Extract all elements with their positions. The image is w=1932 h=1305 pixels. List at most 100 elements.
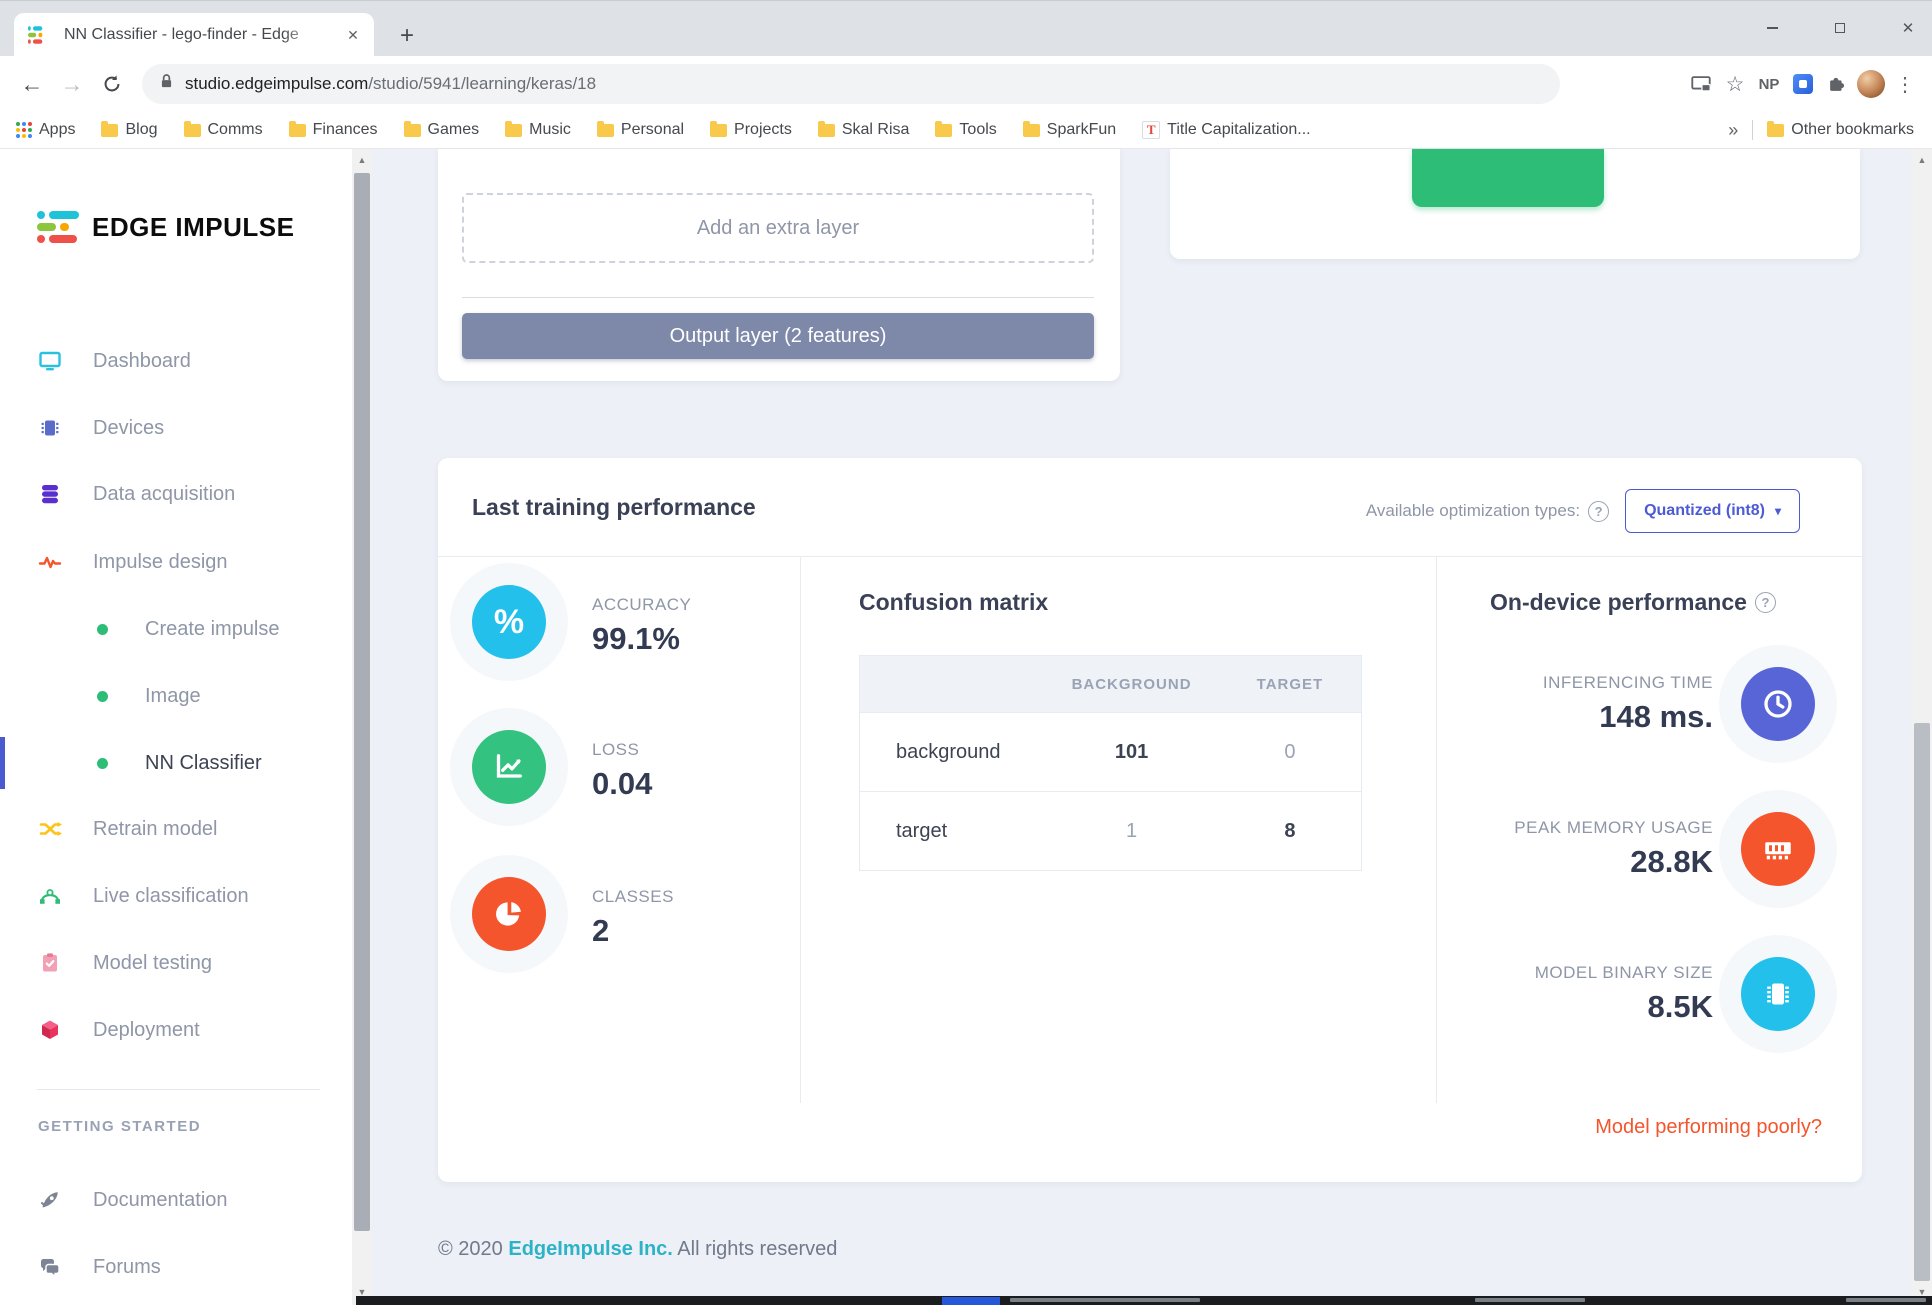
folder-icon <box>505 124 522 137</box>
metric-label: ACCURACY <box>592 595 691 615</box>
bookmark-apps[interactable]: Apps <box>16 121 75 139</box>
sidebar-item-documentation[interactable]: Documentation <box>0 1180 352 1220</box>
sidebar-item-devices[interactable]: Devices <box>0 408 352 448</box>
ondevice-label: MODEL BINARY SIZE <box>1535 963 1713 983</box>
lock-icon <box>158 73 175 95</box>
sidebar-item-live-classification[interactable]: Live classification <box>0 876 352 916</box>
rocket-icon <box>38 1188 62 1212</box>
page-scrollbar[interactable]: ▲ ▼ <box>1912 149 1932 1305</box>
folder-icon <box>289 124 306 137</box>
bookmark-folder-skal-risa[interactable]: Skal Risa <box>818 121 910 139</box>
bookmark-star-icon[interactable]: ☆ <box>1718 67 1752 101</box>
bookmark-title-capitalization[interactable]: TTitle Capitalization... <box>1142 121 1310 139</box>
avatar[interactable] <box>1854 67 1888 101</box>
line-chart-icon <box>472 730 546 804</box>
confusion-matrix-title: Confusion matrix <box>859 589 1048 616</box>
sidebar-item-impulse-design[interactable]: Impulse design <box>0 542 352 582</box>
folder-icon <box>184 124 201 137</box>
sidebar-item-model-testing[interactable]: Model testing <box>0 943 352 983</box>
help-icon[interactable]: ? <box>1755 592 1776 613</box>
output-layer-button[interactable]: Output layer (2 features) <box>462 313 1094 359</box>
optimization-row: Available optimization types: ? Quantize… <box>1366 489 1800 533</box>
logo-text: EDGE IMPULSE <box>92 212 294 243</box>
green-dot-icon <box>97 691 108 702</box>
bookmark-folder-personal[interactable]: Personal <box>597 121 684 139</box>
profile-badge[interactable]: NP <box>1752 76 1786 93</box>
other-bookmarks[interactable]: Other bookmarks <box>1767 121 1914 139</box>
scrollbar-thumb[interactable] <box>354 173 370 1231</box>
sidebar-item-nn-classifier[interactable]: NN Classifier <box>0 743 352 783</box>
browser-menu-icon[interactable]: ⋮ <box>1888 72 1922 97</box>
sidebar-item-create-impulse[interactable]: Create impulse <box>0 609 352 649</box>
forward-icon[interactable]: → <box>52 64 92 104</box>
bookmark-folder-tools[interactable]: Tools <box>935 121 996 139</box>
bookmark-folder-games[interactable]: Games <box>404 121 480 139</box>
address-bar[interactable]: studio.edgeimpulse.com/studio/5941/learn… <box>142 64 1560 104</box>
url-text: studio.edgeimpulse.com/studio/5941/learn… <box>185 74 596 94</box>
close-button[interactable]: ✕ <box>1885 11 1931 45</box>
scrollbar-thumb[interactable] <box>1914 723 1930 1281</box>
bookmark-folder-projects[interactable]: Projects <box>710 121 792 139</box>
help-icon[interactable]: ? <box>1588 501 1609 522</box>
forums-chat-icon <box>38 1255 62 1279</box>
sidebar-section-label: GETTING STARTED <box>38 1118 201 1135</box>
sidebar-item-forums[interactable]: Forums <box>0 1247 352 1287</box>
maximize-button[interactable] <box>1817 11 1863 45</box>
extension-icon[interactable] <box>1786 67 1820 101</box>
window-frame: NN Classifier - lego-finder - Edge ✕ + ✕ <box>0 0 1932 56</box>
sidebar-item-retrain-model[interactable]: Retrain model <box>0 809 352 849</box>
active-indicator <box>0 737 5 789</box>
maximize-icon <box>1835 23 1845 33</box>
green-dot-icon <box>97 758 108 769</box>
start-training-button[interactable] <box>1412 149 1604 207</box>
metric-value: 99.1% <box>592 621 691 657</box>
sidebar-item-data-acquisition[interactable]: Data acquisition <box>0 474 352 514</box>
apps-grid-icon <box>16 122 32 138</box>
optimization-select[interactable]: Quantized (int8) ▾ <box>1625 489 1800 533</box>
monitor-icon <box>38 349 62 373</box>
architecture-divider <box>462 297 1094 298</box>
bookmark-folder-sparkfun[interactable]: SparkFun <box>1023 121 1116 139</box>
folder-icon <box>101 124 118 137</box>
binary-chip-icon <box>1741 957 1815 1031</box>
reload-icon[interactable] <box>92 64 132 104</box>
bookmark-folder-finances[interactable]: Finances <box>289 121 378 139</box>
metric-label: LOSS <box>592 740 652 760</box>
edge-impulse-logo[interactable]: EDGE IMPULSE <box>37 211 294 243</box>
folder-icon <box>1023 124 1040 137</box>
nn-architecture-card: Add an extra layer Output layer (2 featu… <box>438 149 1120 381</box>
background-window-fragment <box>1010 1298 1200 1302</box>
back-icon[interactable]: ← <box>12 64 52 104</box>
footer-brand-link[interactable]: EdgeImpulse Inc. <box>508 1238 672 1260</box>
table-row: background 101 0 <box>860 713 1362 792</box>
percent-icon: % <box>472 585 546 659</box>
cell-value: 8 <box>1219 792 1362 871</box>
background-window-fragment <box>1846 1298 1926 1302</box>
sidebar-item-deployment[interactable]: Deployment <box>0 1010 352 1050</box>
bookmark-folder-music[interactable]: Music <box>505 121 571 139</box>
new-tab-button[interactable]: + <box>392 21 422 51</box>
puzzle-extensions-icon[interactable] <box>1820 67 1854 101</box>
bookmark-folder-comms[interactable]: Comms <box>184 121 263 139</box>
copyright-text: © 2020 <box>438 1238 503 1260</box>
ondevice-inferencing-time: INFERENCING TIME 148 ms. <box>1543 667 1815 741</box>
sidebar-scrollbar[interactable]: ▲ ▼ <box>352 149 372 1305</box>
tab-close-icon[interactable]: ✕ <box>342 24 364 46</box>
bookmarks-overflow-icon[interactable]: » <box>1728 120 1738 141</box>
scroll-up-icon[interactable]: ▲ <box>1912 151 1932 169</box>
cast-icon[interactable] <box>1684 67 1718 101</box>
folder-icon <box>710 124 727 137</box>
sidebar-item-dashboard[interactable]: Dashboard <box>0 341 352 381</box>
background-window-fragment <box>1475 1298 1585 1302</box>
row-label: background <box>860 713 1045 792</box>
model-performing-poorly-link[interactable]: Model performing poorly? <box>1595 1116 1822 1139</box>
browser-tab[interactable]: NN Classifier - lego-finder - Edge ✕ <box>14 13 374 57</box>
bookmark-folder-blog[interactable]: Blog <box>101 121 157 139</box>
scroll-up-icon[interactable]: ▲ <box>352 151 372 169</box>
sidebar-item-image[interactable]: Image <box>0 676 352 716</box>
tab-title: NN Classifier - lego-finder - Edge <box>64 26 322 44</box>
cell-value: 1 <box>1044 792 1219 871</box>
add-extra-layer-button[interactable]: Add an extra layer <box>462 193 1094 263</box>
folder-icon <box>935 124 952 137</box>
minimize-button[interactable] <box>1749 11 1795 45</box>
